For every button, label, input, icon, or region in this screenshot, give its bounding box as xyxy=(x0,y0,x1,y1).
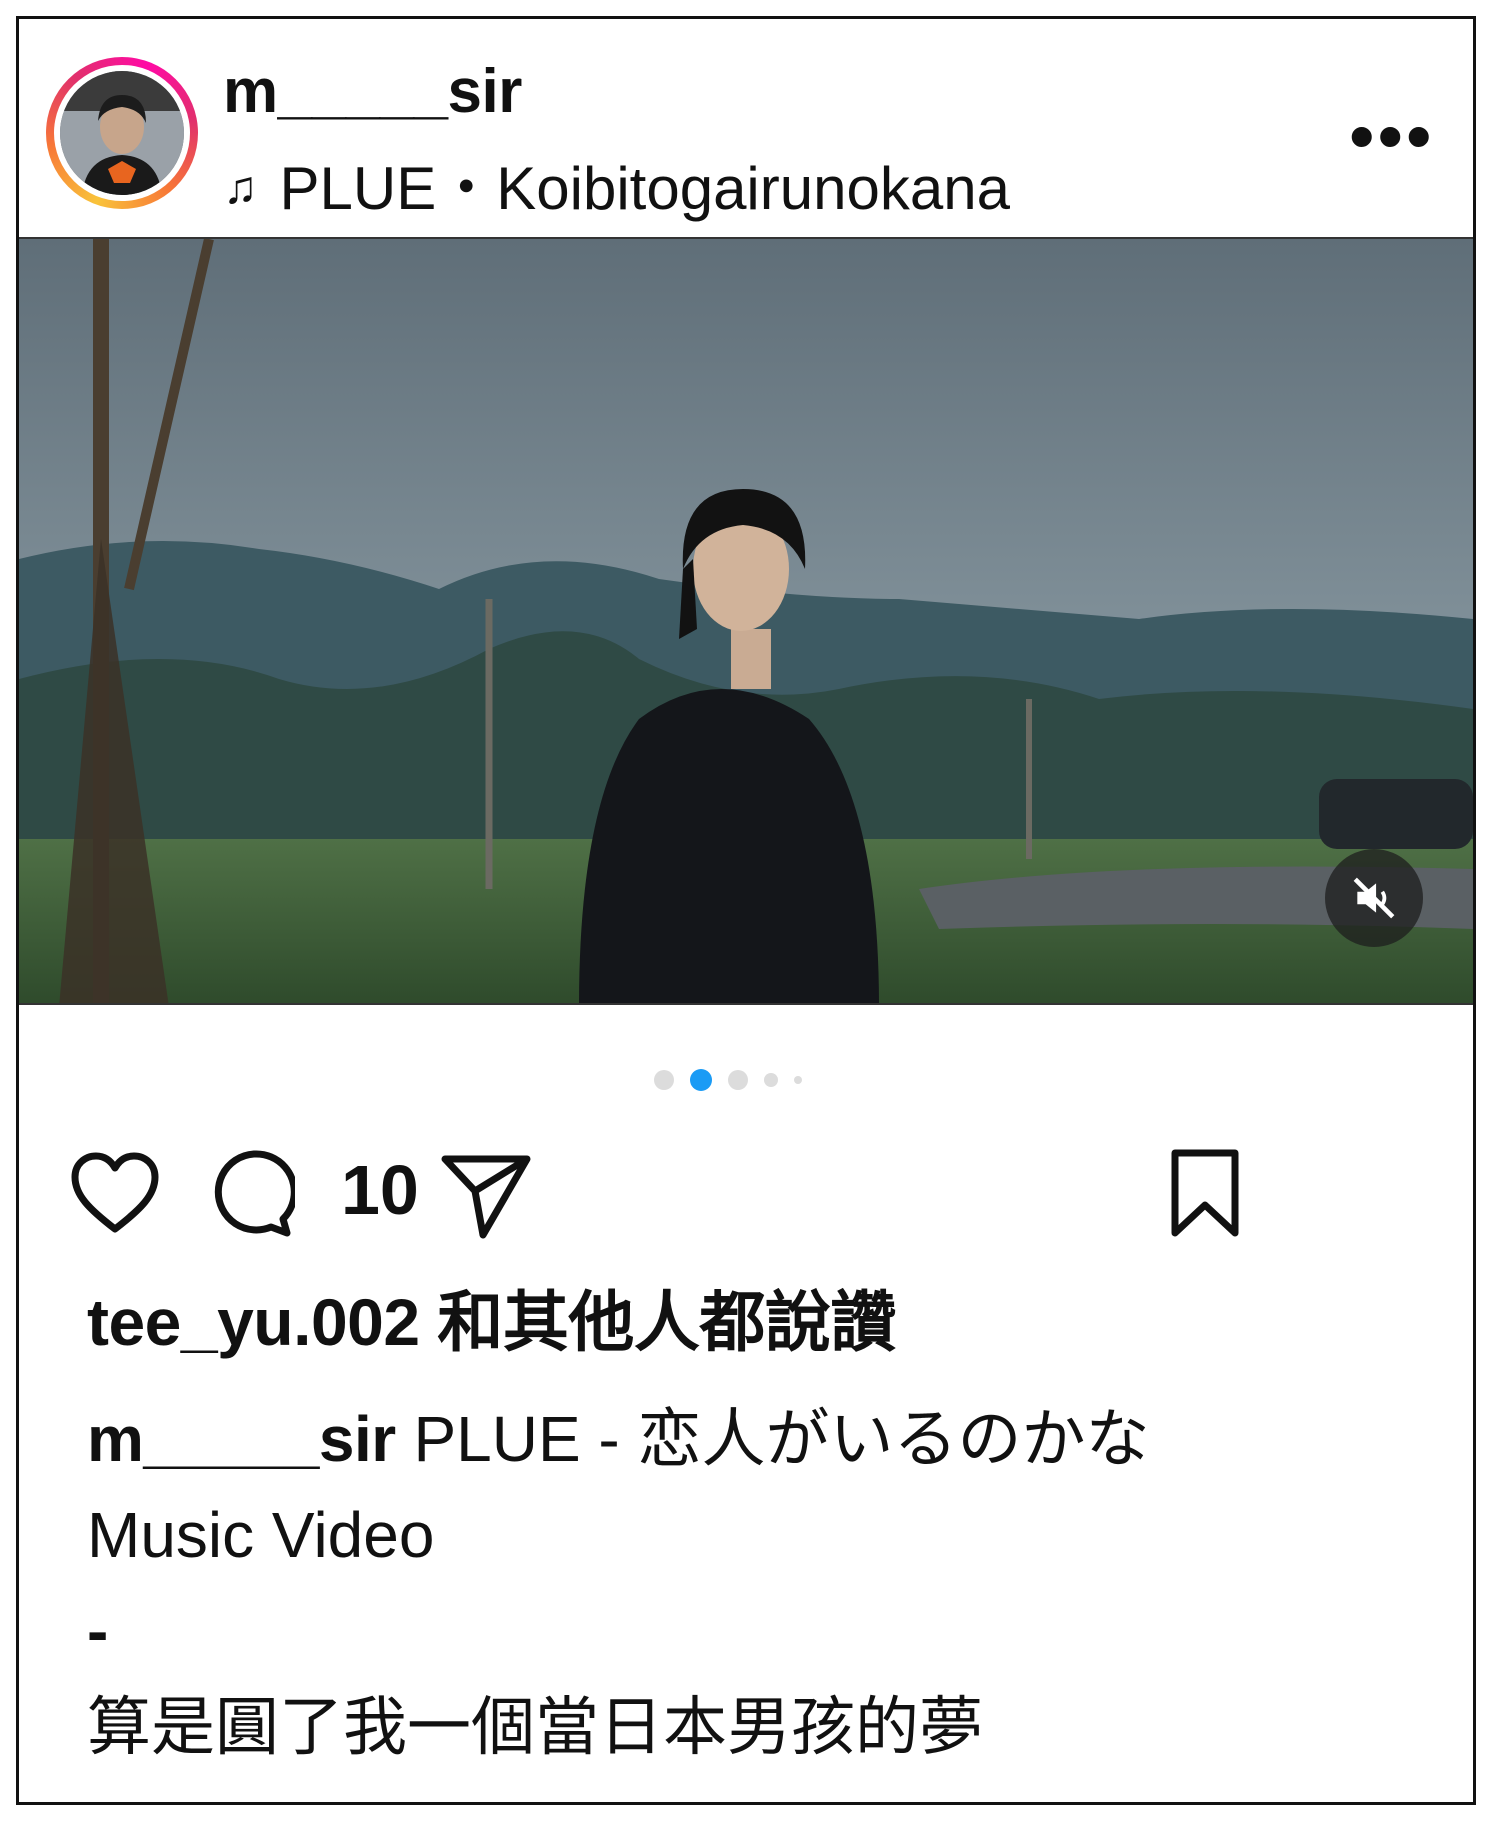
carousel-dot xyxy=(728,1070,748,1090)
avatar[interactable] xyxy=(60,71,184,195)
like-heart-icon[interactable] xyxy=(69,1151,161,1235)
music-label: PLUE・Koibitogairunokana xyxy=(279,155,1010,222)
speaker-muted-icon xyxy=(1353,877,1395,919)
post-video[interactable] xyxy=(19,237,1473,1005)
carousel-dot xyxy=(794,1076,802,1084)
comment-bubble-icon[interactable] xyxy=(205,1147,295,1239)
comment-count: 10 xyxy=(341,1151,419,1229)
story-ring[interactable] xyxy=(46,57,198,209)
post-caption: m_____sir PLUE - 恋人がいるのかな Music Video - … xyxy=(87,1391,1417,1775)
carousel-dot xyxy=(654,1070,674,1090)
carousel-indicator xyxy=(19,1069,1473,1091)
carousel-dot xyxy=(764,1073,778,1087)
likes-summary[interactable]: tee_yu.002 和其他人都說讚 xyxy=(87,1289,896,1355)
action-bar: 10 xyxy=(19,1129,1473,1239)
music-note-icon: ♫ xyxy=(223,161,258,213)
caption-text-line4: 算是圓了我一個當日本男孩的夢 xyxy=(87,1691,983,1763)
post-username[interactable]: m_____sir xyxy=(223,61,522,123)
post-header: m_____sir ♫ PLUE・Koibitogairunokana ••• xyxy=(19,19,1473,237)
caption-text-line2: Music Video xyxy=(87,1499,435,1571)
music-attribution[interactable]: ♫ PLUE・Koibitogairunokana xyxy=(223,159,1010,219)
instagram-post: m_____sir ♫ PLUE・Koibitogairunokana ••• xyxy=(16,16,1476,1805)
bookmark-icon[interactable] xyxy=(1167,1147,1243,1239)
caption-username[interactable]: m_____sir xyxy=(87,1403,396,1475)
more-options-icon[interactable]: ••• xyxy=(1349,101,1435,171)
mute-toggle[interactable] xyxy=(1325,849,1423,947)
share-send-icon[interactable] xyxy=(439,1151,533,1241)
caption-text-line1: PLUE - 恋人がいるのかな xyxy=(413,1403,1150,1475)
carousel-dot-active xyxy=(690,1069,712,1091)
caption-text-line3: - xyxy=(87,1595,109,1667)
